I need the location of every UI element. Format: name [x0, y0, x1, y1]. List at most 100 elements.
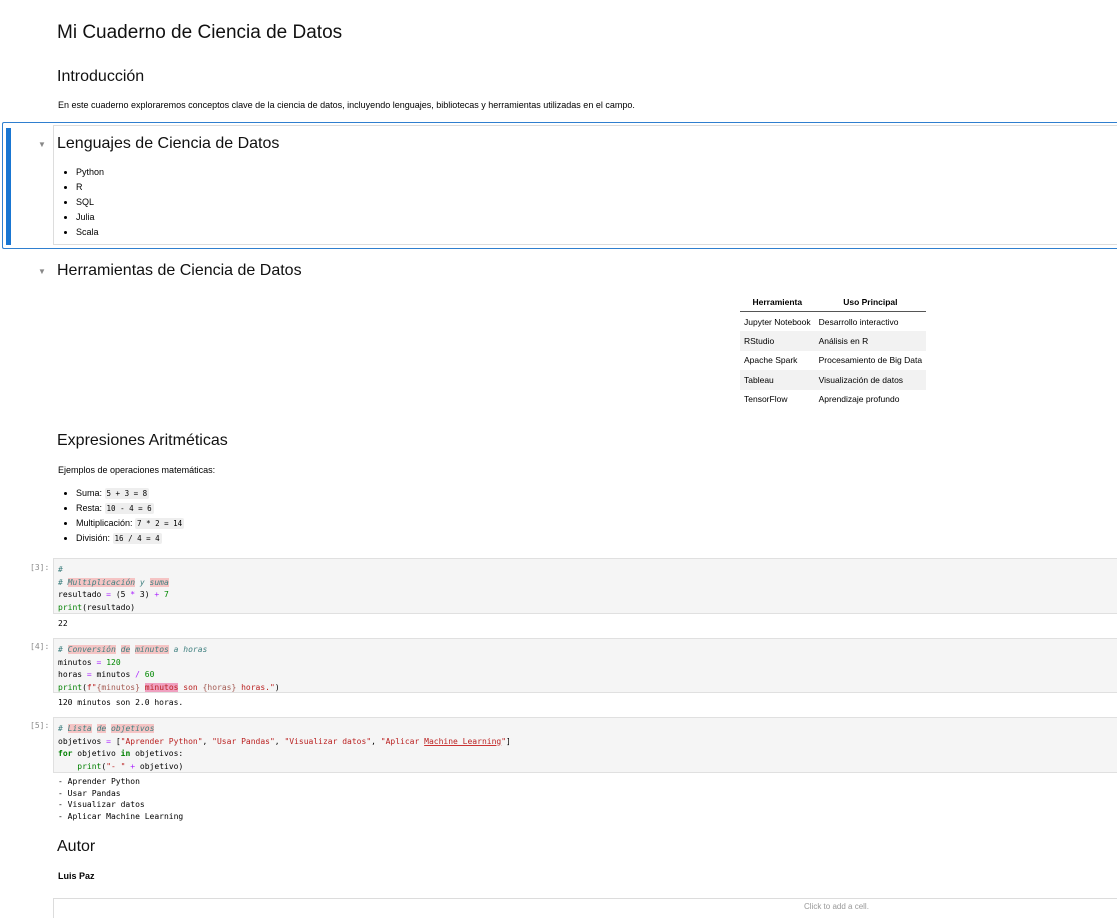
code-line: # Lista de objetivos [58, 723, 1117, 736]
arith-heading: Expresiones Aritméticas [57, 432, 228, 449]
table-row: RStudio Análisis en R [740, 331, 927, 351]
code-token: {minutos} [96, 682, 140, 692]
code-token: minutos [135, 645, 169, 654]
code-token: in [120, 749, 131, 758]
code-token: objetivos: [130, 749, 184, 758]
code-token: y [135, 577, 150, 587]
code-token: resultado [58, 590, 107, 599]
table-cell: Apache Spark [744, 355, 798, 366]
code-token: , [371, 736, 381, 746]
code-token: # [58, 577, 68, 587]
tools-table: Herramienta Uso Principal Jupyter Notebo… [740, 293, 927, 410]
code-token: ] [506, 736, 511, 746]
table-row: TensorFlow Aprendizaje profundo [740, 390, 926, 410]
code-token: de [96, 724, 107, 733]
code-token: # [58, 724, 68, 733]
code-token: de [120, 645, 131, 654]
table-row: Jupyter Notebook Desarrollo interactivo [740, 312, 926, 332]
list-item: División: 16 / 4 = 4 [76, 531, 184, 546]
op-label: Resta: [76, 503, 103, 513]
code-token: minutos [58, 657, 97, 667]
author-heading: Autor [57, 838, 96, 855]
code-line: # Multiplicación y suma [58, 577, 1117, 590]
list-item: Suma: 5 + 3 = 8 [76, 486, 184, 501]
code-line: print(f"{minutos} minutos son {horas} ho… [58, 682, 1117, 695]
code-token: "- " [106, 761, 126, 771]
code-cell-input[interactable]: # Conversión de minutos a horas minutos =… [53, 638, 1117, 693]
code-token: Multiplicación [67, 577, 136, 587]
list-item: R [76, 180, 104, 195]
code-token: for [58, 749, 73, 758]
table-cell: Tableau [740, 370, 815, 390]
code-token: horas." [236, 682, 275, 692]
code-token: suma [149, 577, 169, 587]
cell-output: 120 minutos son 2.0 horas. [58, 698, 184, 707]
code-token: "Usar Pandas" [212, 736, 275, 746]
intro-heading: Introducción [57, 68, 145, 85]
table-cell: Procesamiento de Big Data [818, 355, 923, 366]
code-token: print [58, 602, 83, 612]
code-token: 60 [144, 670, 155, 679]
code-line: objetivos = ["Aprender Python", "Usar Pa… [58, 736, 1117, 749]
code-cell-input[interactable]: # Lista de objetivos objetivos = ["Aprend… [53, 717, 1117, 773]
code-token: objetivos [111, 724, 155, 733]
code-editor[interactable]: # Lista de objetivos objetivos = ["Aprend… [54, 718, 1117, 773]
code-token: (resultado) [82, 602, 136, 612]
add-cell-area[interactable]: Click to add a cell. [53, 898, 1117, 918]
inline-code: 7 * 2 = 14 [135, 518, 185, 529]
collapse-caret-icon[interactable]: ▼ [38, 267, 46, 277]
cell-collapser-bar[interactable] [6, 128, 11, 245]
code-token: objetivos [58, 736, 107, 746]
code-editor[interactable]: # Conversión de minutos a horas minutos =… [54, 639, 1117, 694]
list-item: Scala [76, 225, 104, 240]
code-token: # [58, 645, 68, 654]
intro-text: En este cuaderno exploraremos conceptos … [58, 100, 635, 110]
arith-list: Suma: 5 + 3 = 8 Resta: 10 - 4 = 6 Multip… [58, 486, 185, 546]
code-token: , [202, 736, 213, 746]
code-token: minutos [91, 670, 136, 679]
code-token: (5 [111, 590, 131, 599]
op-label: Multiplicación: [76, 518, 133, 528]
code-line: print("- " + objetivo) [58, 761, 1117, 774]
code-line: # [58, 564, 1117, 577]
code-cell-input[interactable]: # # Multiplicación y suma resultado = (5 *… [53, 558, 1117, 614]
table-cell: Visualización de datos [814, 370, 927, 390]
table-cell: TensorFlow [744, 394, 788, 405]
list-item: Julia [76, 210, 104, 225]
execution-count: [3]: [30, 563, 50, 572]
code-line: minutos = 120 [58, 657, 1117, 670]
table-row: Apache Spark Procesamiento de Big Data [740, 351, 926, 371]
table-cell: Aprendizaje profundo [818, 394, 900, 405]
code-token: horas [58, 670, 87, 679]
add-cell-hint[interactable]: Click to add a cell. [804, 902, 869, 911]
code-line: print(resultado) [58, 602, 1117, 615]
code-token: 7 [159, 590, 169, 599]
code-token: "Visualizar datos" [284, 736, 372, 746]
list-item: Python [76, 165, 104, 180]
code-token: {horas} [202, 682, 237, 692]
code-token: "Aprender Python" [120, 736, 203, 746]
code-token: 120 [106, 657, 121, 667]
code-line: # Conversión de minutos a horas [58, 644, 1117, 657]
inline-code: 16 / 4 = 4 [112, 533, 162, 544]
table-header-row: Herramienta Uso Principal [740, 293, 927, 312]
code-editor[interactable]: # # Multiplicación y suma resultado = (5 *… [54, 559, 1117, 614]
code-line: horas = minutos / 60 [58, 669, 1117, 682]
code-line: resultado = (5 * 3) + 7 [58, 589, 1117, 602]
languages-list: Python R SQL Julia Scala [58, 165, 104, 240]
code-token: ) [274, 682, 280, 692]
author-name: Luis Paz [58, 871, 95, 881]
code-token: 3) [135, 590, 155, 599]
table-cell: RStudio [740, 331, 815, 351]
code-token: print [77, 761, 102, 771]
code-token: objetivo) [135, 761, 184, 771]
collapse-caret-icon[interactable]: ▼ [38, 140, 46, 150]
code-token: # [58, 565, 63, 574]
code-token: , [274, 736, 285, 746]
languages-heading: Lenguajes de Ciencia de Datos [57, 135, 280, 152]
table-header-cell: Uso Principal [814, 293, 927, 312]
execution-count: [4]: [30, 642, 50, 651]
code-token: son [178, 682, 203, 692]
